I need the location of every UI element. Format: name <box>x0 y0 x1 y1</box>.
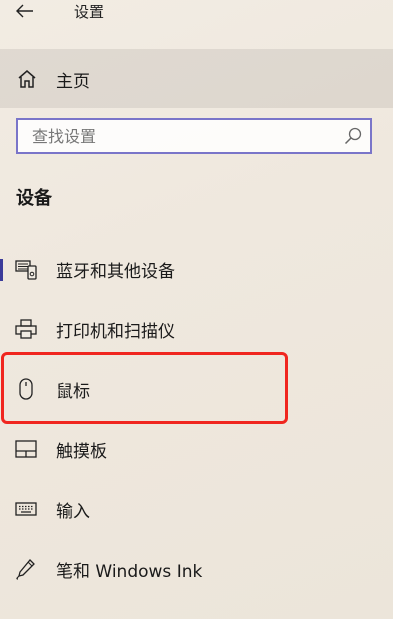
nav-item-label: 输入 <box>56 502 90 522</box>
nav-item-pen[interactable]: 笔和 Windows Ink <box>0 541 393 597</box>
nav-item-touchpad[interactable]: 触摸板 <box>0 421 393 477</box>
printer-icon <box>15 318 37 340</box>
nav-item-label: 笔和 Windows Ink <box>56 562 203 582</box>
nav-item-label: 蓝牙和其他设备 <box>56 262 175 282</box>
touchpad-icon <box>15 438 37 460</box>
back-button[interactable] <box>10 0 40 26</box>
nav-item-label: 打印机和扫描仪 <box>56 322 175 342</box>
home-icon <box>17 69 37 89</box>
keyboard-icon <box>15 498 37 520</box>
bluetooth-devices-icon <box>15 258 37 280</box>
title-bar: 设置 <box>0 0 393 34</box>
nav-item-typing[interactable]: 输入 <box>0 481 393 537</box>
mouse-icon <box>15 378 37 400</box>
search-box[interactable] <box>16 118 372 154</box>
search-input[interactable] <box>18 120 342 152</box>
search-icon[interactable] <box>344 127 362 145</box>
pen-icon <box>15 558 37 580</box>
nav-item-mouse[interactable]: 鼠标 <box>0 361 393 417</box>
window-title: 设置 <box>74 3 105 21</box>
selected-indicator <box>0 259 3 281</box>
home-nav-item[interactable]: 主页 <box>0 49 393 108</box>
home-label: 主页 <box>56 72 90 92</box>
back-arrow-icon <box>16 4 33 18</box>
nav-item-label: 鼠标 <box>56 382 90 402</box>
section-title: 设备 <box>16 188 52 209</box>
nav-item-label: 触摸板 <box>56 442 107 462</box>
nav-item-printers[interactable]: 打印机和扫描仪 <box>0 301 393 357</box>
nav-item-bluetooth[interactable]: 蓝牙和其他设备 <box>0 241 393 297</box>
